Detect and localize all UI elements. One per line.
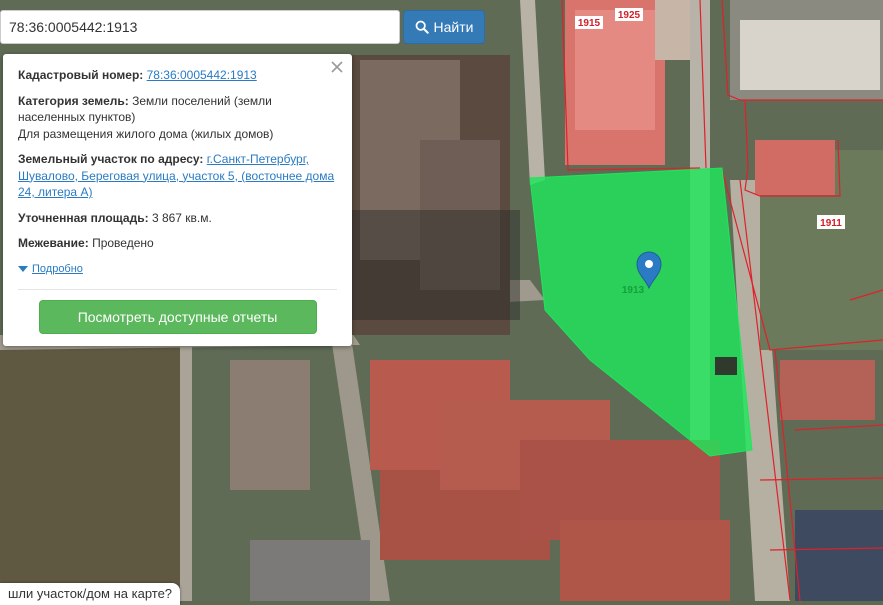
category-row: Категория земель: Земли поселений (земли… bbox=[18, 93, 337, 143]
parcel-label-1925: 1925 bbox=[618, 10, 641, 21]
survey-row: Межевание: Проведено bbox=[18, 235, 337, 252]
close-icon[interactable] bbox=[330, 60, 344, 74]
triangle-down-icon bbox=[18, 265, 28, 272]
parcel-info-popup: Кадастровый номер: 78:36:0005442:1913 Ка… bbox=[3, 54, 352, 346]
search-icon bbox=[415, 20, 429, 34]
details-link[interactable]: Подробно bbox=[32, 261, 83, 278]
cadastral-number-link[interactable]: 78:36:0005442:1913 bbox=[147, 68, 257, 82]
area-value: 3 867 кв.м. bbox=[151, 210, 212, 225]
cadastral-row: Кадастровый номер: 78:36:0005442:1913 bbox=[18, 67, 337, 84]
divider bbox=[18, 289, 337, 290]
cadastral-label: Кадастровый номер: bbox=[18, 68, 144, 82]
search-button-label: Найти bbox=[433, 19, 474, 35]
search-box bbox=[0, 10, 400, 44]
address-label: Земельный участок по адресу: bbox=[18, 152, 204, 166]
survey-value: Проведено bbox=[92, 236, 154, 250]
category-purpose: Для размещения жилого дома (жилых домов) bbox=[18, 126, 274, 141]
details-toggle[interactable]: Подробно bbox=[18, 261, 337, 278]
area-row: Уточненная площадь: 3 867 кв.м. bbox=[18, 210, 337, 227]
address-row: Земельный участок по адресу: г.Санкт-Пет… bbox=[18, 151, 337, 201]
parcel-label-1915: 1915 bbox=[578, 18, 601, 29]
area-label: Уточненная площадь: bbox=[18, 210, 149, 225]
search-input[interactable] bbox=[1, 11, 399, 43]
parcel-label-1911: 1911 bbox=[820, 218, 842, 229]
search-button[interactable]: Найти bbox=[403, 10, 485, 44]
category-label: Категория земель: bbox=[18, 93, 129, 108]
view-reports-button[interactable]: Посмотреть доступные отчеты bbox=[38, 300, 317, 334]
bottom-tip[interactable]: шли участок/дом на карте? bbox=[0, 583, 181, 605]
parcel-label-1913: 1913 bbox=[622, 285, 645, 296]
survey-label: Межевание: bbox=[18, 236, 89, 250]
